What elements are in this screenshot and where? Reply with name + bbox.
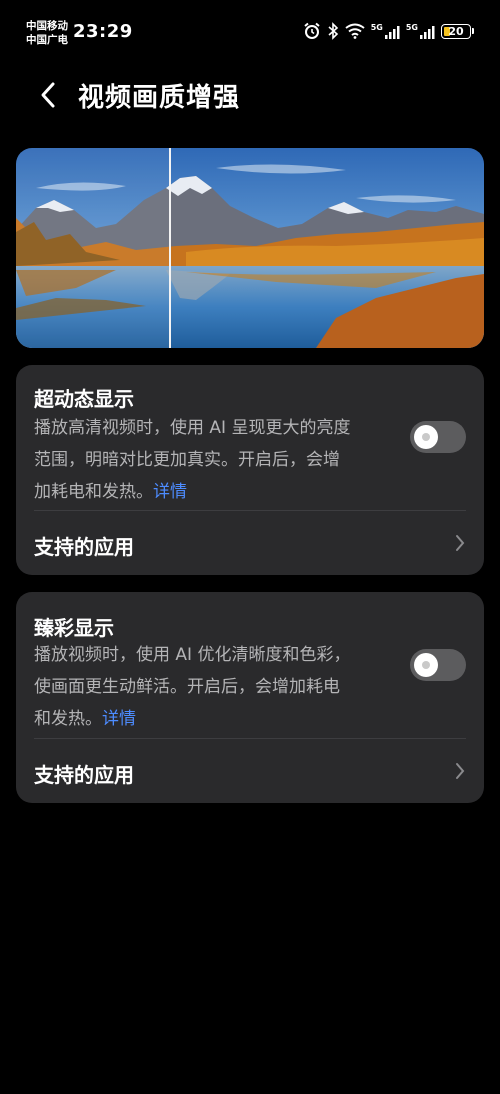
chevron-right-icon [456,535,465,551]
row-label: 支持的应用 [34,535,134,559]
toggle-knob [414,425,438,449]
vivid-display-card: 臻彩显示 播放视频时，使用 AI 优化清晰度和色彩， 使画面更生动鲜活。开启后，… [16,592,484,803]
toggle-knob [414,653,438,677]
desc-line: 使画面更生动鲜活。开启后，会增加耗电 [34,677,340,697]
supported-apps-row[interactable]: 支持的应用 [16,511,484,575]
battery-level: 20 [448,24,464,38]
back-arrow-icon[interactable] [36,80,62,110]
vivid-toggle[interactable] [410,649,466,681]
carrier-1: 中国移动 [26,20,68,32]
page-title: 视频画质增强 [78,83,241,113]
comparison-banner-image [16,148,484,348]
signal-1-label: 5G [370,22,383,32]
hdr-toggle[interactable] [410,421,466,453]
battery-icon: 20 [441,23,471,39]
clock: 23:29 [73,21,133,42]
carrier-labels: 中国移动 中国广电 [26,19,68,47]
details-link[interactable]: 详情 [102,709,136,729]
app-header: 视频画质增强 [0,70,500,120]
desc-line: 范围，明暗对比更加真实。开启后，会增 [34,450,340,470]
signal-icon [420,25,435,39]
row-label: 支持的应用 [34,763,134,787]
hdr-display-card: 超动态显示 播放高清视频时，使用 AI 呈现更大的亮度 范围，明暗对比更加真实。… [16,365,484,575]
carrier-2: 中国广电 [26,34,68,46]
desc-line: 加耗电和发热。 [34,482,153,502]
desc-line: 播放高清视频时，使用 AI 呈现更大的亮度 [34,418,351,438]
supported-apps-row[interactable]: 支持的应用 [16,739,484,803]
card-title: 臻彩显示 [34,616,114,640]
bluetooth-icon [328,22,338,40]
card-description: 播放高清视频时，使用 AI 呈现更大的亮度 范围，明暗对比更加真实。开启后，会增… [34,412,394,508]
details-link[interactable]: 详情 [153,482,187,502]
card-description: 播放视频时，使用 AI 优化清晰度和色彩， 使画面更生动鲜活。开启后，会增加耗电… [34,639,394,735]
desc-line: 播放视频时，使用 AI 优化清晰度和色彩， [34,645,351,665]
desc-line: 和发热。 [34,709,102,729]
status-bar: 中国移动 中国广电 23:29 5G 5G 20 [0,0,500,60]
signal-2-label: 5G [405,22,418,32]
signal-icon [384,25,400,39]
chevron-right-icon [456,763,465,779]
card-title: 超动态显示 [34,387,134,411]
wifi-icon [345,23,365,39]
alarm-icon [304,22,320,39]
